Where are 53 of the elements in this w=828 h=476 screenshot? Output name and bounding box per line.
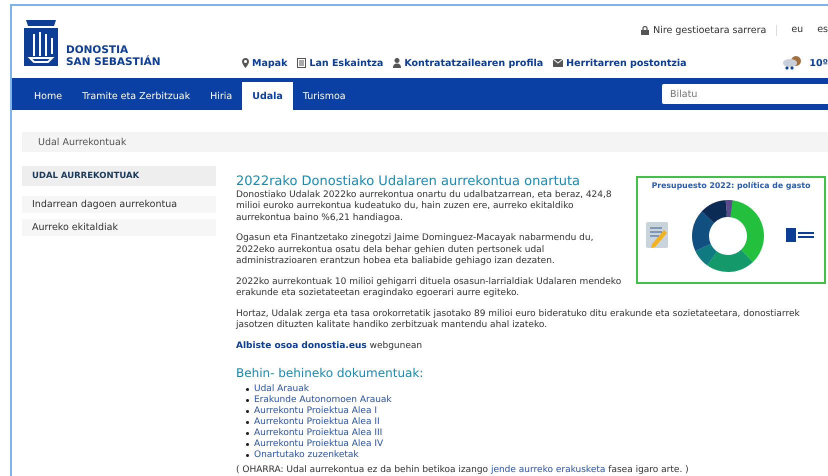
article-paragraph: Ogasun eta Finantzetako zinegotzi Jaime Dominguez-Macayak nabarmendu du, 2022eko aurrekontua osatu dela behar gehien duten pertsonek udal administrazioaren erantzun hobea eta baliabide gehiago izan dezaten. (236, 233, 594, 268)
exhibition-link[interactable]: jende aurreko erakusketa (490, 464, 606, 474)
nav-tab[interactable]: Home (24, 82, 72, 110)
document-link[interactable]: Aurrekontu Proiektua Alea I (254, 406, 377, 416)
article-paragraph: Donostiako Udalak 2022ko aurrekontua onartu du udalbatzarrean, eta beraz, 424,8 milioi euroko aurrekontua kudeatuko du, hain zuzen ere, aurreko ekitaldiko aurrekontua baino %6,21 handiagoa. (236, 190, 613, 224)
header-link[interactable]: Mapak (242, 58, 288, 68)
bullet-icon (246, 398, 249, 402)
nav-tab[interactable]: Hiria (200, 82, 242, 110)
search-field[interactable]: Bilatu (662, 84, 828, 104)
document-link[interactable]: Onartutako zuzenketak (254, 450, 359, 460)
weather-text: 10º (781, 56, 828, 70)
sidebar-item[interactable]: Aurreko ekitaldiak (22, 219, 216, 236)
article-title: 2022rako Donostiako Udalaren aurrekontua onartuta (236, 176, 582, 188)
article-paragraph: 2022ko aurrekontuak 10 milioi gehigarri dituela osasun-larrialdiak Udalaren mendeko erakunde eta sozietateetan eragindako egoerari aurre egiteko. (236, 276, 622, 300)
bullet-icon (246, 410, 249, 412)
city-logo-icon (786, 228, 816, 244)
bullet-icon (246, 432, 249, 434)
document-link[interactable]: Erakunde Autonomoen Arauak (254, 394, 392, 406)
bullet-icon (246, 420, 249, 424)
logo-text: DONOSTIA (66, 44, 128, 56)
breadcrumb: Udal Aurrekontuak (22, 132, 828, 152)
header-link[interactable]: Lan Eskaintza (297, 58, 384, 68)
nav-tab[interactable]: Turismoa (292, 82, 356, 110)
full-news-link[interactable]: Albiste osoa donostia.eus (236, 340, 367, 350)
document-link[interactable]: Aurrekontu Proiektua Alea III (254, 428, 382, 438)
document-link[interactable]: Udal Arauak (254, 384, 309, 394)
map-pin-icon (242, 58, 249, 68)
person-icon (393, 58, 402, 68)
language-link[interactable]: es (817, 24, 828, 36)
nav-tab[interactable]: Udala (242, 82, 293, 110)
envelope-icon (553, 59, 564, 67)
header-link[interactable]: Kontratatzailearen profila (393, 58, 544, 68)
city-crest-logo[interactable] (22, 18, 60, 68)
logo-text: SAN SEBASTIÁN (66, 56, 161, 68)
bullet-icon (246, 388, 249, 390)
login-link[interactable]: Nire gestioetara sarrera (641, 24, 778, 36)
link-suffix-text: webgunean (370, 340, 422, 350)
sidebar-heading: UDAL AURREKONTUAK (22, 166, 216, 186)
document-link[interactable]: Aurrekontu Proiektua Alea II (254, 416, 380, 428)
section-heading: Behin- behineko dokumentuak: (236, 368, 424, 380)
article-paragraph: Hortaz, Udalak zerga eta tasa orokorretatik jasotako 89 milioi euro bideratuko ditu erakunde eta sozietateetara, donostiarrek jasotzen dituzten kalitate handiko zerbitzuak mantendu ahal izateko. (236, 308, 801, 332)
language-link[interactable]: eu (791, 24, 804, 36)
cloud-rain-icon (781, 56, 804, 70)
nav-tab[interactable]: Tramite eta Zerbitzuak (72, 82, 200, 110)
document-link[interactable]: Aurrekontu Proiektua Alea IV (254, 438, 384, 450)
pencil-notepad-icon (646, 222, 670, 250)
document-icon (297, 58, 306, 68)
bullet-icon (246, 442, 249, 446)
header-link[interactable]: Herritarren postontzia (553, 58, 687, 68)
lock-icon (641, 26, 650, 34)
bullet-icon (246, 454, 249, 456)
sidebar-item[interactable]: Indarrean dagoen aurrekontua (22, 196, 216, 213)
note-text: ( OHARRA: Udal aurrekontua ez da behin betikoa izango jende aurreko erakusketa fasea igaro arte. ) (236, 464, 690, 476)
